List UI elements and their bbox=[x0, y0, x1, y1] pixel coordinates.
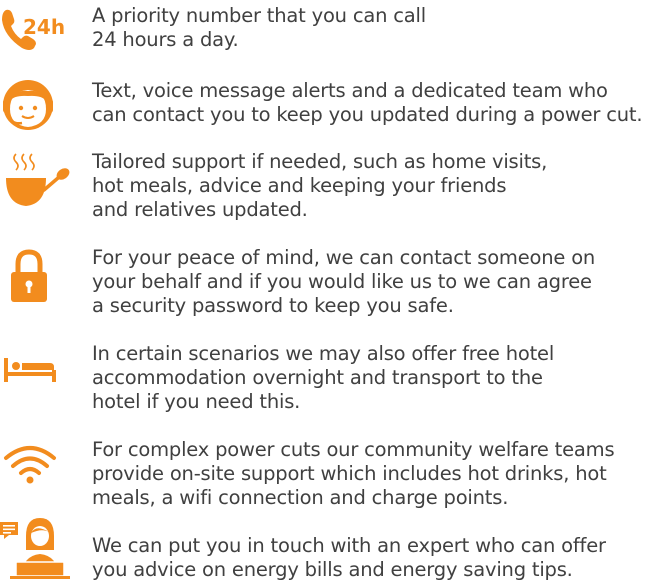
text-line: We can put you in touch with an expert w… bbox=[92, 534, 606, 557]
phone-24h-icon: 24h bbox=[0, 4, 80, 64]
text-line: meals, a wifi connection and charge poin… bbox=[92, 486, 509, 509]
benefit-text: For complex power cuts our community wel… bbox=[92, 438, 615, 510]
benefit-text: For your peace of mind, we can contact s… bbox=[92, 246, 595, 318]
benefit-text: We can put you in touch with an expert w… bbox=[92, 534, 606, 582]
text-line: provide on-site support which includes h… bbox=[92, 462, 607, 485]
text-line: Tailored support if needed, such as home… bbox=[92, 150, 548, 173]
benefit-text: A priority number that you can call 24 h… bbox=[92, 4, 426, 52]
text-line: In certain scenarios we may also offer f… bbox=[92, 342, 555, 365]
text-line: can contact you to keep you updated duri… bbox=[92, 103, 643, 126]
benefit-text: Tailored support if needed, such as home… bbox=[92, 150, 547, 222]
advisor-laptop-icon bbox=[0, 506, 80, 579]
text-line: hot meals, advice and keeping your frien… bbox=[92, 174, 507, 197]
padlock-icon bbox=[0, 246, 80, 306]
hot-meal-bowl-icon bbox=[0, 150, 80, 210]
text-line: your behalf and if you would like us to … bbox=[92, 270, 592, 293]
text-line: For your peace of mind, we can contact s… bbox=[92, 246, 596, 269]
text-line: accommodation overnight and transport to… bbox=[92, 366, 543, 389]
text-line: and relatives updated. bbox=[92, 198, 308, 221]
text-line: you advice on energy bills and energy sa… bbox=[92, 558, 573, 581]
text-line: Text, voice message alerts and a dedicat… bbox=[92, 79, 608, 102]
hotel-bed-icon bbox=[0, 342, 80, 402]
wifi-icon bbox=[0, 438, 80, 498]
benefit-text: In certain scenarios we may also offer f… bbox=[92, 342, 554, 414]
text-line: 24 hours a day. bbox=[92, 28, 239, 51]
headset-agent-icon bbox=[0, 77, 80, 137]
benefit-text: Text, voice message alerts and a dedicat… bbox=[92, 79, 643, 127]
text-line: A priority number that you can call bbox=[92, 4, 426, 27]
text-line: hotel if you need this. bbox=[92, 390, 301, 413]
text-line: For complex power cuts our community wel… bbox=[92, 438, 615, 461]
phone-badge-text: 24h bbox=[23, 15, 65, 39]
text-line: a security password to keep you safe. bbox=[92, 294, 454, 317]
